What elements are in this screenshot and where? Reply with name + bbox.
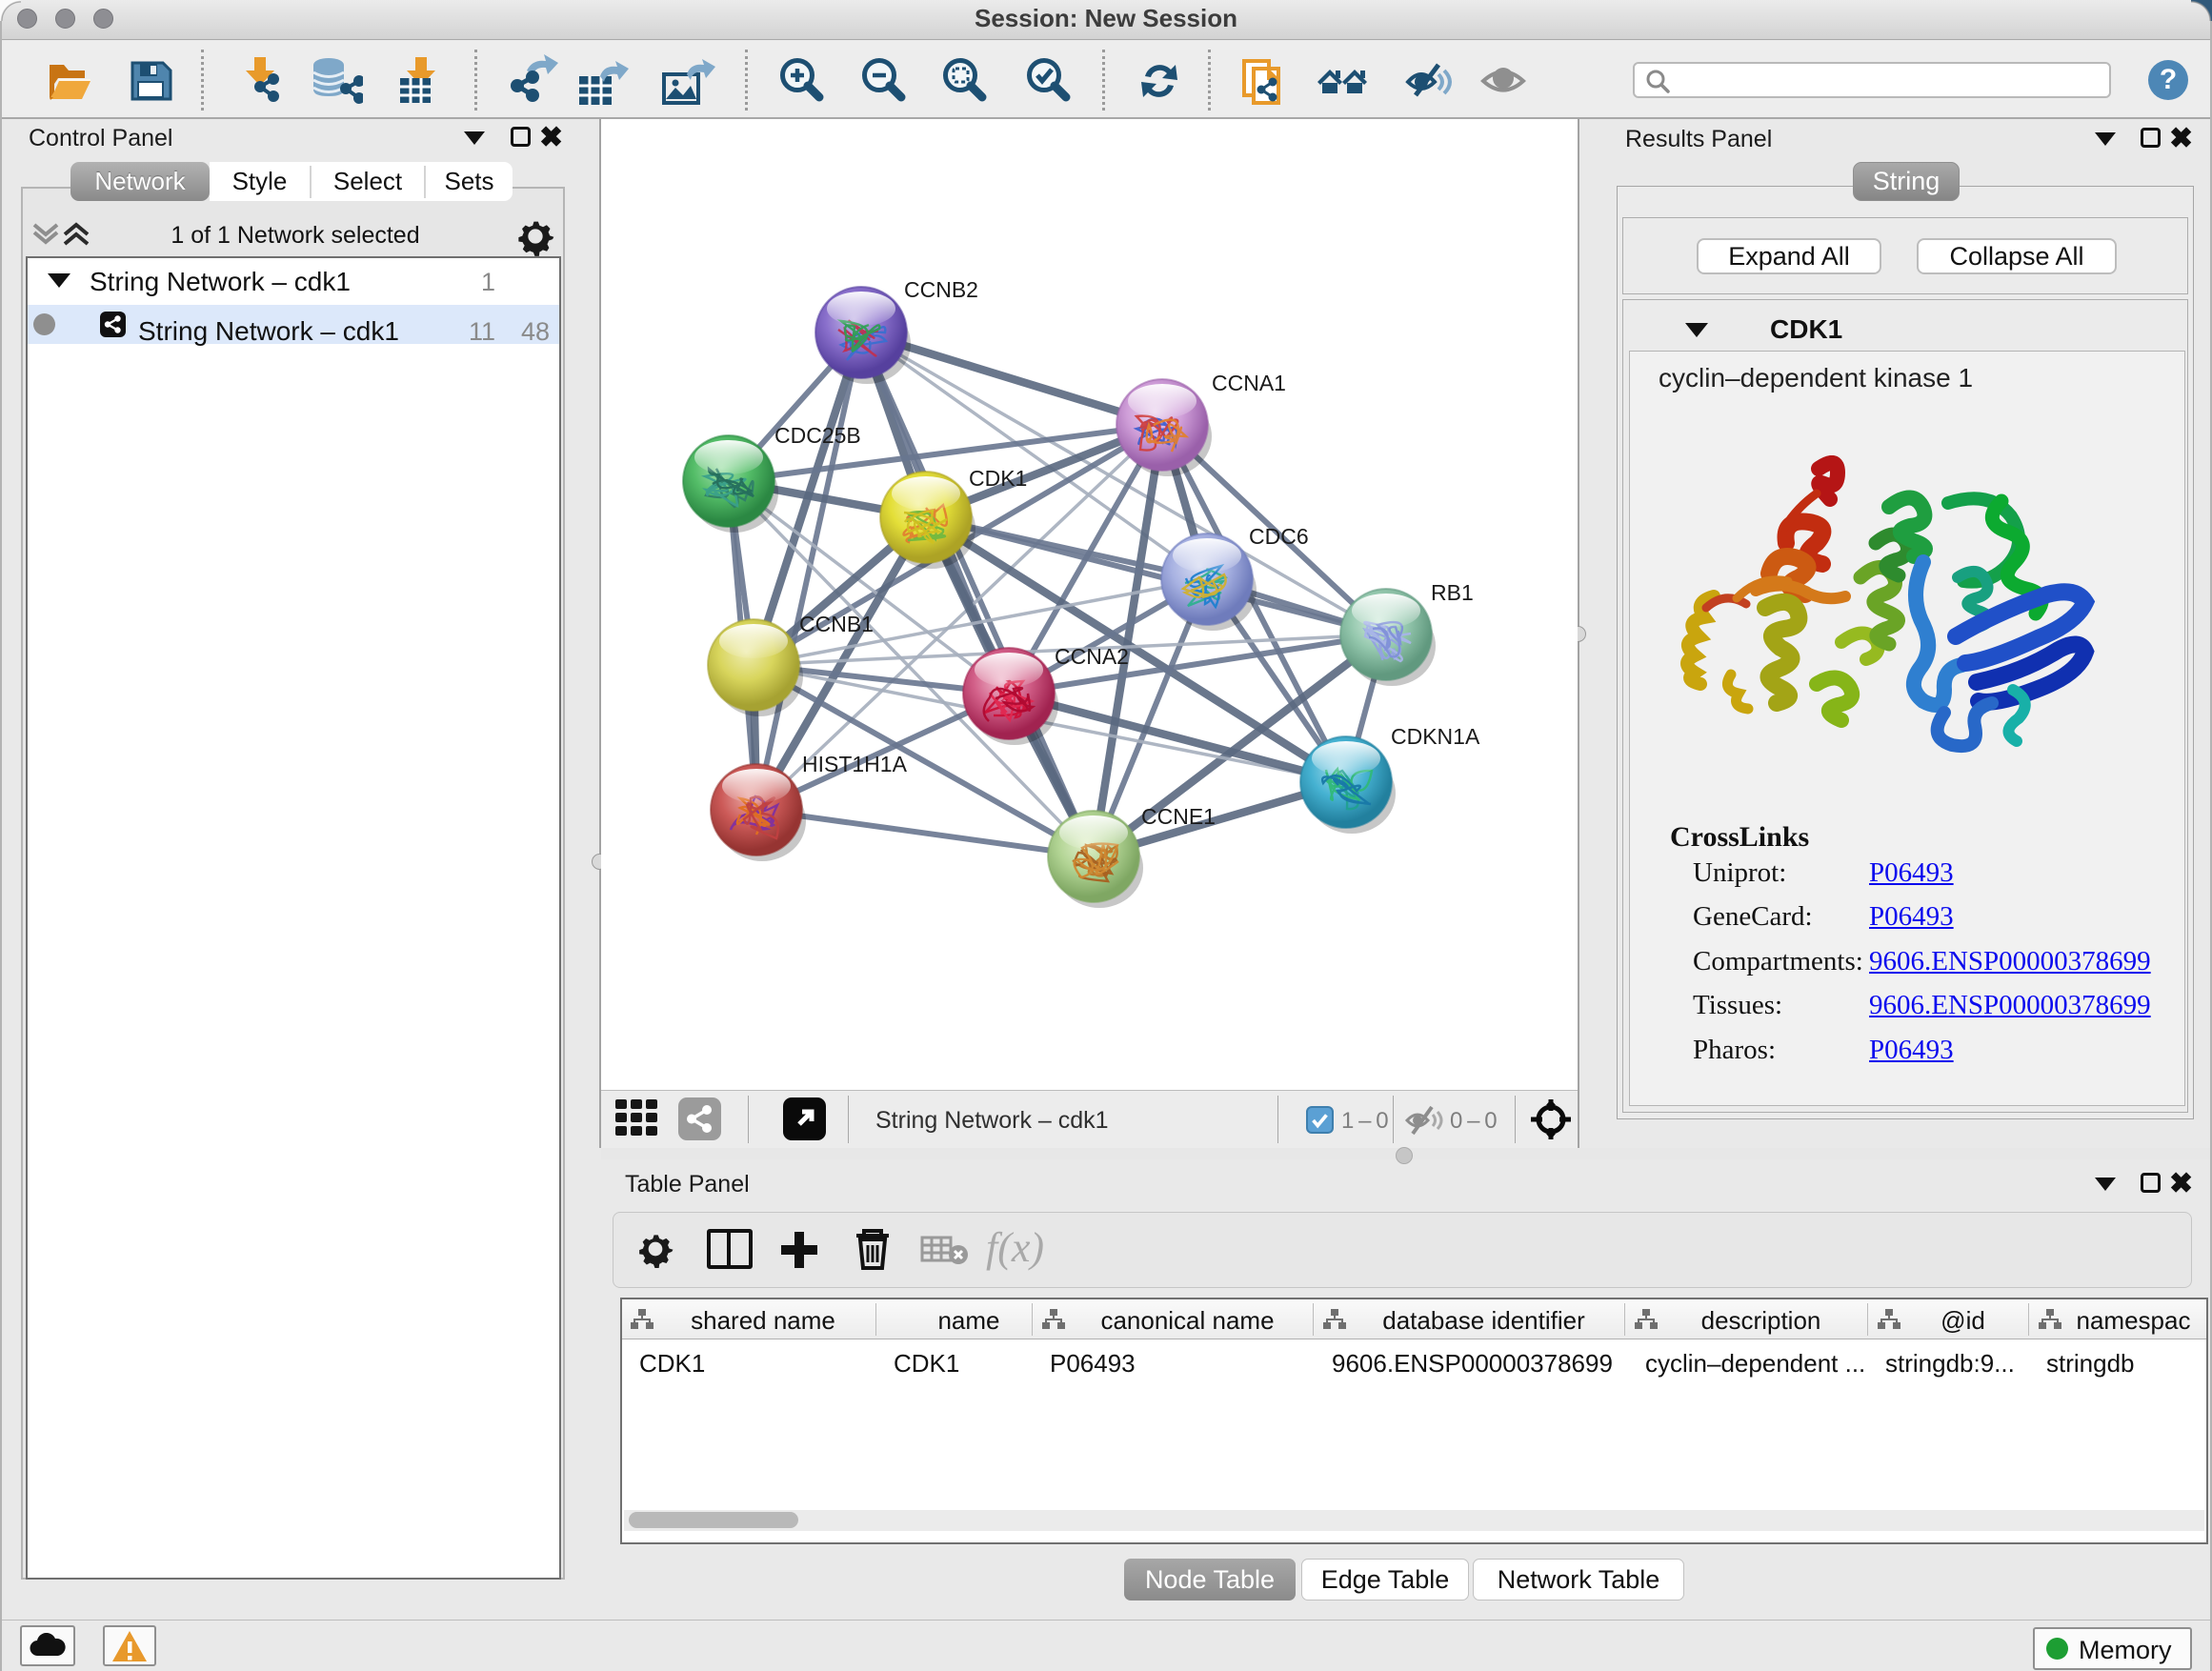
svg-text:CDK1: CDK1 [969, 466, 1027, 491]
svg-text:CCNA1: CCNA1 [1212, 371, 1286, 395]
svg-text:CCNE1: CCNE1 [1141, 804, 1216, 829]
svg-text:CDC25B: CDC25B [774, 423, 861, 448]
svg-text:CCNB2: CCNB2 [904, 277, 978, 302]
svg-text:CCNB1: CCNB1 [799, 612, 874, 636]
svg-text:CDKN1A: CDKN1A [1391, 724, 1480, 749]
svg-text:HIST1H1A: HIST1H1A [802, 752, 908, 776]
svg-text:CCNA2: CCNA2 [1055, 644, 1129, 669]
svg-text:CDC6: CDC6 [1249, 524, 1309, 549]
svg-text:RB1: RB1 [1431, 580, 1474, 605]
